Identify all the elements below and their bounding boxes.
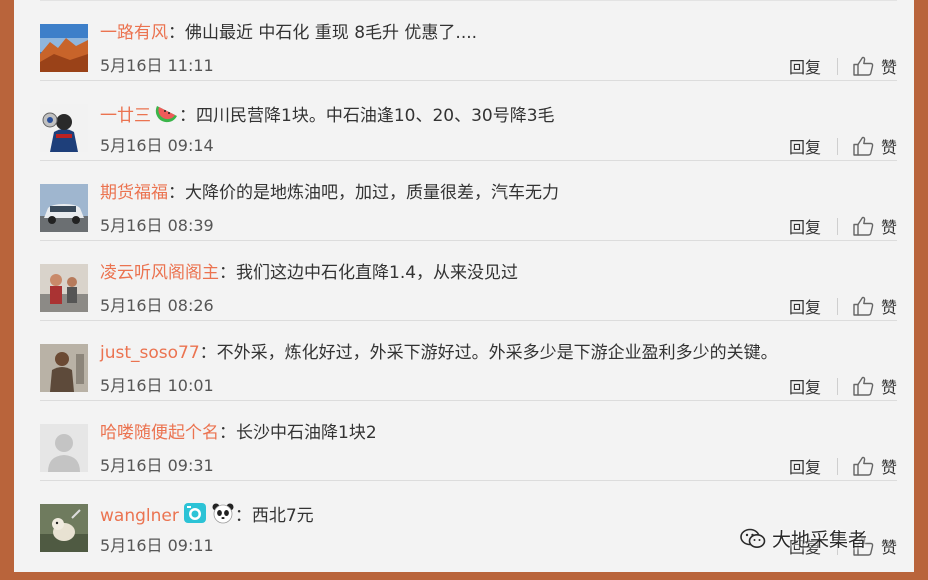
comment-text: ：不外采，炼化好过，外采下游好过。外采多少是下游企业盈利多少的关键。 <box>199 343 778 363</box>
username-link[interactable]: 凌云听风阁阁主 <box>100 263 219 283</box>
comment-actions: 回复 赞 <box>789 294 897 318</box>
like-button[interactable]: 赞 <box>853 374 897 398</box>
avatar[interactable] <box>40 344 88 392</box>
username-link[interactable]: wanglner <box>100 506 179 526</box>
divider <box>836 457 838 475</box>
comment-actions: 回复 赞 <box>789 214 897 238</box>
comment-list: 一路有风：佛山最近 中石化 重现 8毛升 优惠了.... 5月16日 11:11… <box>40 0 897 560</box>
thumbs-up-icon <box>853 136 874 156</box>
comment-text: ：我们这边中石化直降1.4，从来没见过 <box>219 263 519 283</box>
comment-actions: 回复 赞 <box>789 54 897 78</box>
username-link[interactable]: 哈喽随便起个名 <box>100 423 219 443</box>
reply-button[interactable]: 回复 <box>789 294 821 318</box>
avatar[interactable] <box>40 24 88 72</box>
comment-actions: 回复 赞 <box>789 374 897 398</box>
username-link[interactable]: 期货福福 <box>100 183 168 203</box>
comment-item: 凌云听风阁阁主：我们这边中石化直降1.4，从来没见过 5月16日 08:26 回… <box>40 240 897 320</box>
divider <box>836 137 838 155</box>
like-label: 赞 <box>880 218 897 237</box>
comment-item: 哈喽随便起个名：长沙中石油降1块2 5月16日 09:31 回复 赞 <box>40 400 897 480</box>
divider <box>836 297 838 315</box>
like-button[interactable]: 赞 <box>853 214 897 238</box>
watermark: 大地采集者 <box>740 525 867 552</box>
like-label: 赞 <box>880 298 897 317</box>
comment-body: 哈喽随便起个名：长沙中石油降1块2 <box>100 422 897 444</box>
comment-time: 5月16日 08:39 <box>100 216 214 235</box>
comment-body: 期货福福：大降价的是地炼油吧，加过，质量很差，汽车无力 <box>100 182 897 204</box>
like-label: 赞 <box>880 378 897 397</box>
wechat-icon <box>740 528 766 548</box>
comment-body: just_soso77：不外采，炼化好过，外采下游好过。外采多少是下游企业盈利多… <box>100 342 897 364</box>
divider <box>836 57 838 75</box>
reply-button[interactable]: 回复 <box>789 214 821 238</box>
avatar[interactable] <box>40 424 88 472</box>
thumbs-up-icon <box>853 296 874 316</box>
comment-text: ：西北7元 <box>234 506 314 526</box>
comment-text: ：四川民营降1块。中石油逢10、20、30号降3毛 <box>179 106 555 126</box>
avatar[interactable] <box>40 504 88 552</box>
comment-time: 5月16日 11:11 <box>100 56 214 75</box>
comment-text: ：大降价的是地炼油吧，加过，质量很差，汽车无力 <box>168 183 559 203</box>
thumbs-up-icon <box>853 56 874 76</box>
comment-time: 5月16日 08:26 <box>100 296 214 315</box>
watermelon-icon <box>155 102 179 130</box>
comment-item: 一廿三 ：四川民营降1块。中石油逢10、20、30号降3毛 5月16日 09:14… <box>40 80 897 160</box>
comment-panel: 一路有风：佛山最近 中石化 重现 8毛升 优惠了.... 5月16日 11:11… <box>14 0 914 572</box>
comment-text: ：佛山最近 中石化 重现 8毛升 优惠了.... <box>168 23 478 43</box>
thumbs-up-icon <box>853 456 874 476</box>
comment-item: just_soso77：不外采，炼化好过，外采下游好过。外采多少是下游企业盈利多… <box>40 320 897 400</box>
like-button[interactable]: 赞 <box>853 454 897 478</box>
comment-item: 期货福福：大降价的是地炼油吧，加过，质量很差，汽车无力 5月16日 08:39 … <box>40 160 897 240</box>
comment-time: 5月16日 09:11 <box>100 536 214 555</box>
like-button[interactable]: 赞 <box>853 294 897 318</box>
like-button[interactable]: 赞 <box>853 54 897 78</box>
avatar[interactable] <box>40 104 88 152</box>
comment-item: 一路有风：佛山最近 中石化 重现 8毛升 优惠了.... 5月16日 11:11… <box>40 0 897 80</box>
watermark-text: 大地采集者 <box>772 529 868 551</box>
username-link[interactable]: 一廿三 <box>100 106 151 126</box>
divider <box>836 377 838 395</box>
reply-button[interactable]: 回复 <box>789 134 821 158</box>
divider <box>836 217 838 235</box>
reply-button[interactable]: 回复 <box>789 374 821 398</box>
comment-time: 5月16日 09:14 <box>100 136 214 155</box>
comment-body: 一路有风：佛山最近 中石化 重现 8毛升 优惠了.... <box>100 22 897 44</box>
panda-icon <box>211 502 235 530</box>
like-label: 赞 <box>880 58 897 77</box>
avatar[interactable] <box>40 184 88 232</box>
comment-body: 一廿三 ：四川民营降1块。中石油逢10、20、30号降3毛 <box>100 102 897 130</box>
camera-badge-icon <box>183 502 207 530</box>
reply-button[interactable]: 回复 <box>789 54 821 78</box>
username-link[interactable]: 一路有风 <box>100 23 168 43</box>
comment-time: 5月16日 10:01 <box>100 376 214 395</box>
like-label: 赞 <box>880 138 897 157</box>
comment-actions: 回复 赞 <box>789 134 897 158</box>
thumbs-up-icon <box>853 376 874 396</box>
like-button[interactable]: 赞 <box>853 134 897 158</box>
username-link[interactable]: just_soso77 <box>100 343 200 363</box>
comment-text: ：长沙中石油降1块2 <box>219 423 377 443</box>
like-label: 赞 <box>880 538 897 557</box>
avatar[interactable] <box>40 264 88 312</box>
like-label: 赞 <box>880 458 897 477</box>
thumbs-up-icon <box>853 216 874 236</box>
reply-button[interactable]: 回复 <box>789 454 821 478</box>
comment-actions: 回复 赞 <box>789 454 897 478</box>
comment-body: 凌云听风阁阁主：我们这边中石化直降1.4，从来没见过 <box>100 262 897 284</box>
comment-time: 5月16日 09:31 <box>100 456 214 475</box>
